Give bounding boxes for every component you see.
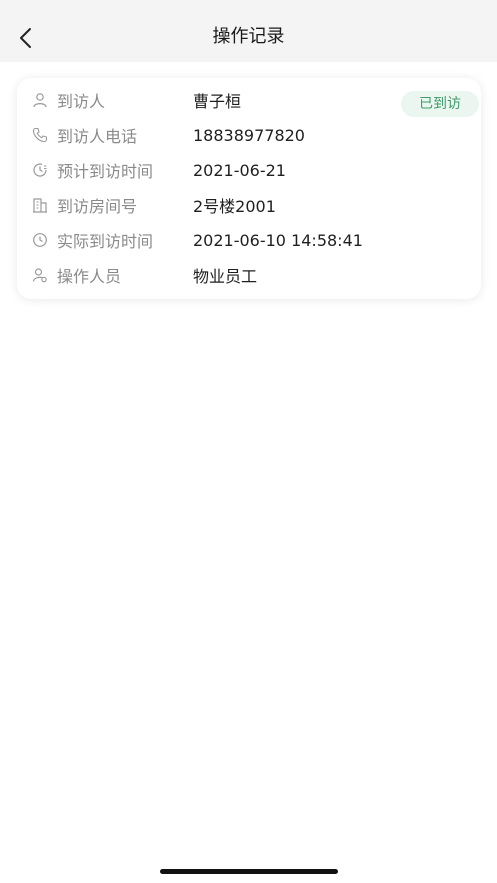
record-label: 到访人电话: [57, 127, 138, 146]
record-row-phone: 到访人电话 18838977820: [17, 123, 397, 147]
page-title: 操作记录: [212, 26, 285, 47]
record-row-operator: 操作人员 物业员工: [17, 263, 397, 287]
status-badge: 已到访: [401, 91, 479, 117]
record-label: 到访房间号: [57, 197, 138, 216]
record-label: 到访人: [57, 92, 106, 111]
record-row-planned-time: 预计到访时间 2021-06-21: [17, 158, 397, 182]
record-value: 物业员工: [193, 267, 258, 286]
clock-icon: [32, 232, 48, 248]
person-icon: [32, 92, 48, 108]
record-label: 操作人员: [57, 267, 122, 286]
staff-icon: [32, 267, 48, 283]
record-label: 实际到访时间: [57, 232, 154, 251]
status-bar: [0, 0, 497, 12]
record-row-room: 到访房间号 2号楼2001: [17, 193, 397, 217]
record-row-actual-time: 实际到访时间 2021-06-10 14:58:41: [17, 228, 397, 252]
visit-record-card[interactable]: 已到访 到访人 曹子桓 到访人电话 18838977820 预计到访时间 202…: [17, 78, 481, 299]
record-value: 2021-06-10 14:58:41: [193, 230, 363, 250]
clock-plan-icon: [32, 162, 48, 178]
record-label: 预计到访时间: [57, 162, 154, 181]
phone-icon: [32, 127, 48, 143]
record-value: 2021-06-21: [193, 160, 286, 180]
home-indicator[interactable]: [160, 869, 338, 874]
record-value: 2号楼2001: [193, 197, 276, 216]
building-icon: [32, 197, 48, 213]
record-value: 曹子桓: [193, 92, 242, 111]
navigation-bar: 操作记录: [0, 12, 497, 62]
record-value: 18838977820: [193, 125, 305, 145]
record-row-visitor: 到访人 曹子桓: [17, 88, 397, 112]
